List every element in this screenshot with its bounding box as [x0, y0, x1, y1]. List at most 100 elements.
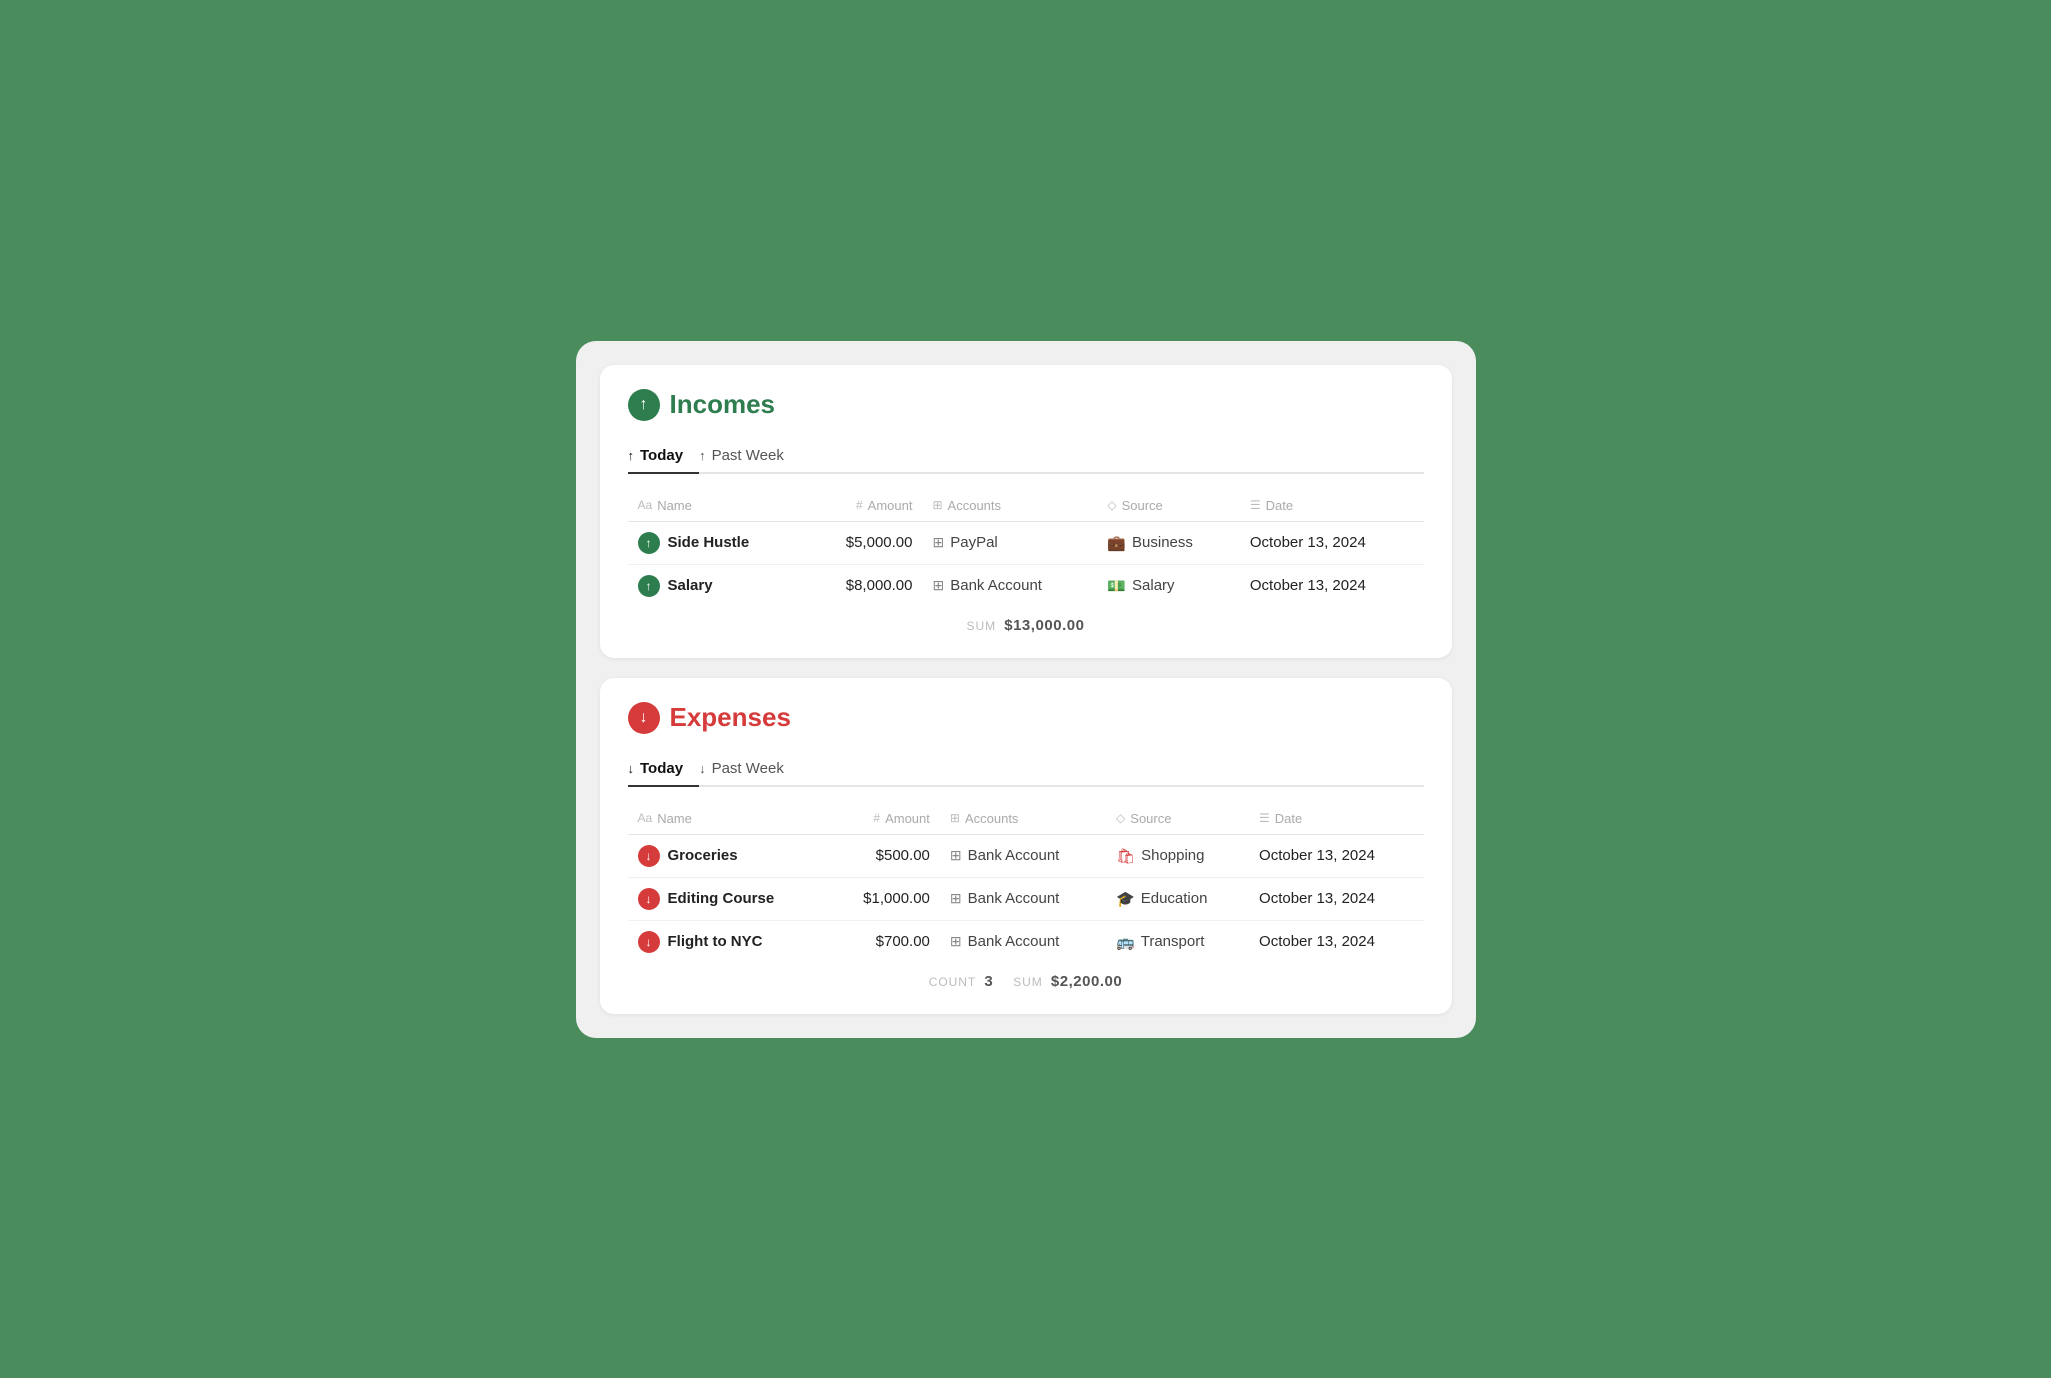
expense-col-name: Aa Name: [628, 803, 829, 835]
incomes-summary: SUM $13,000.00: [628, 607, 1424, 634]
expenses-table: Aa Name # Amount ⊞ Accounts: [628, 803, 1424, 963]
expense-row-2-amount: $700.00: [829, 920, 940, 963]
income-row-1-source: 💵 Salary: [1097, 564, 1240, 607]
income-row-0-name: ↑ Side Hustle: [628, 521, 806, 564]
expense-row-0-date: October 13, 2024: [1249, 834, 1423, 877]
income-row-1-date: October 13, 2024: [1240, 564, 1424, 607]
income-col-date-icon: ☰: [1250, 498, 1261, 512]
expense-tab-today-label: Today: [640, 760, 683, 777]
income-col-date: ☰ Date: [1240, 490, 1424, 522]
expenses-header: ↓ Expenses: [628, 702, 1424, 734]
expense-row-1-name: ↓ Editing Course: [628, 877, 829, 920]
expense-row-2-account: ⊞ Bank Account: [940, 920, 1106, 963]
income-col-accounts: ⊞ Accounts: [922, 490, 1097, 522]
expense-col-date: ☰ Date: [1249, 803, 1423, 835]
expense-tab-pastweek-arrow: ↓: [699, 761, 706, 776]
expense-row-2-account-icon: ⊞: [950, 933, 962, 950]
expense-col-source-icon: ◇: [1116, 811, 1125, 825]
expense-row-2-name: ↓ Flight to NYC: [628, 920, 829, 963]
expense-row-1-account-icon: ⊞: [950, 890, 962, 907]
expense-row-1-amount: $1,000.00: [829, 877, 940, 920]
income-col-name: Aa Name: [628, 490, 806, 522]
income-col-date-label: Date: [1266, 498, 1293, 513]
income-col-amount-label: Amount: [868, 498, 913, 513]
income-col-amount: # Amount: [805, 490, 922, 522]
expense-tab-today-arrow: ↓: [628, 761, 635, 776]
expenses-card: ↓ Expenses ↓ Today ↓ Past Week Aa Name: [600, 678, 1452, 1014]
expense-col-accounts: ⊞ Accounts: [940, 803, 1106, 835]
expense-tab-pastweek[interactable]: ↓ Past Week: [699, 752, 800, 787]
income-col-amount-icon: #: [856, 498, 863, 512]
expense-col-accounts-label: Accounts: [965, 811, 1018, 826]
expense-row-0-account: ⊞ Bank Account: [940, 834, 1106, 877]
income-col-source-icon: ◇: [1107, 498, 1116, 512]
income-tab-pastweek[interactable]: ↑ Past Week: [699, 439, 800, 474]
income-row-0-account-icon: ⊞: [932, 534, 944, 551]
income-tab-today-label: Today: [640, 447, 683, 464]
expense-col-amount-icon: #: [873, 811, 880, 825]
expense-tab-pastweek-label: Past Week: [712, 760, 784, 777]
expense-col-source-label: Source: [1130, 811, 1171, 826]
income-col-source: ◇ Source: [1097, 490, 1240, 522]
income-row-0-amount: $5,000.00: [805, 521, 922, 564]
expense-row-0-amount: $500.00: [829, 834, 940, 877]
income-row-0-source: 💼 Business: [1097, 521, 1240, 564]
expense-col-amount: # Amount: [829, 803, 940, 835]
expense-row-1: ↓ Editing Course $1,000.00 ⊞ Bank Accoun…: [628, 877, 1424, 920]
income-row-0-icon: ↑: [638, 532, 660, 554]
income-row-1-account: ⊞ Bank Account: [922, 564, 1097, 607]
expense-header-icon: ↓: [628, 702, 660, 734]
expense-row-2-source: 🚌 Transport: [1106, 920, 1249, 963]
expense-row-1-icon: ↓: [638, 888, 660, 910]
expense-col-accounts-icon: ⊞: [950, 811, 960, 825]
expense-row-1-source: 🎓 Education: [1106, 877, 1249, 920]
income-col-accounts-label: Accounts: [948, 498, 1001, 513]
incomes-card: ↑ Incomes ↑ Today ↑ Past Week Aa Name: [600, 365, 1452, 658]
expenses-table-header-row: Aa Name # Amount ⊞ Accounts: [628, 803, 1424, 835]
expense-row-0-source: 🛍 Shopping: [1106, 834, 1249, 877]
income-col-name-icon: Aa: [638, 498, 653, 512]
income-row-1-amount: $8,000.00: [805, 564, 922, 607]
expense-col-name-label: Name: [657, 811, 692, 826]
income-row-1-account-icon: ⊞: [932, 577, 944, 594]
expense-col-date-icon: ☰: [1259, 811, 1270, 825]
expense-row-0-icon: ↓: [638, 845, 660, 867]
expense-row-1-date: October 13, 2024: [1249, 877, 1423, 920]
expense-tab-today[interactable]: ↓ Today: [628, 752, 700, 787]
income-col-source-label: Source: [1122, 498, 1163, 513]
incomes-header: ↑ Incomes: [628, 389, 1424, 421]
incomes-sum-value: $13,000.00: [1004, 617, 1084, 634]
expenses-title: Expenses: [670, 702, 791, 733]
income-row-0-account: ⊞ PayPal: [922, 521, 1097, 564]
expense-row-2-date: October 13, 2024: [1249, 920, 1423, 963]
income-header-icon: ↑: [628, 389, 660, 421]
expenses-sum-label: SUM: [1013, 975, 1043, 989]
expense-row-2-icon: ↓: [638, 931, 660, 953]
income-tab-today[interactable]: ↑ Today: [628, 439, 700, 474]
expense-col-date-label: Date: [1275, 811, 1302, 826]
expense-row-0-source-icon: 🛍: [1116, 847, 1135, 865]
expense-row-0-name: ↓ Groceries: [628, 834, 829, 877]
income-row-0-source-icon: 💼: [1107, 534, 1126, 552]
expense-row-0-account-icon: ⊞: [950, 847, 962, 864]
income-row-0: ↑ Side Hustle $5,000.00 ⊞ PayPal 💼: [628, 521, 1424, 564]
incomes-table-header-row: Aa Name # Amount ⊞ Accounts: [628, 490, 1424, 522]
income-row-1-source-icon: 💵: [1107, 577, 1126, 595]
income-tab-today-arrow: ↑: [628, 448, 635, 463]
expense-row-0: ↓ Groceries $500.00 ⊞ Bank Account 🛍: [628, 834, 1424, 877]
expense-row-1-source-icon: 🎓: [1116, 890, 1135, 908]
expense-col-amount-label: Amount: [885, 811, 930, 826]
income-col-name-label: Name: [657, 498, 692, 513]
income-row-1: ↑ Salary $8,000.00 ⊞ Bank Account 💵: [628, 564, 1424, 607]
expense-row-2: ↓ Flight to NYC $700.00 ⊞ Bank Account: [628, 920, 1424, 963]
expenses-summary: COUNT 3 SUM $2,200.00: [628, 963, 1424, 990]
income-tab-pastweek-label: Past Week: [712, 447, 784, 464]
income-row-1-icon: ↑: [638, 575, 660, 597]
incomes-tabs: ↑ Today ↑ Past Week: [628, 439, 1424, 474]
incomes-table: Aa Name # Amount ⊞ Accounts: [628, 490, 1424, 607]
income-tab-pastweek-arrow: ↑: [699, 448, 706, 463]
income-row-0-date: October 13, 2024: [1240, 521, 1424, 564]
incomes-title: Incomes: [670, 389, 776, 420]
expenses-count-label: COUNT: [929, 975, 976, 989]
income-row-1-name: ↑ Salary: [628, 564, 806, 607]
